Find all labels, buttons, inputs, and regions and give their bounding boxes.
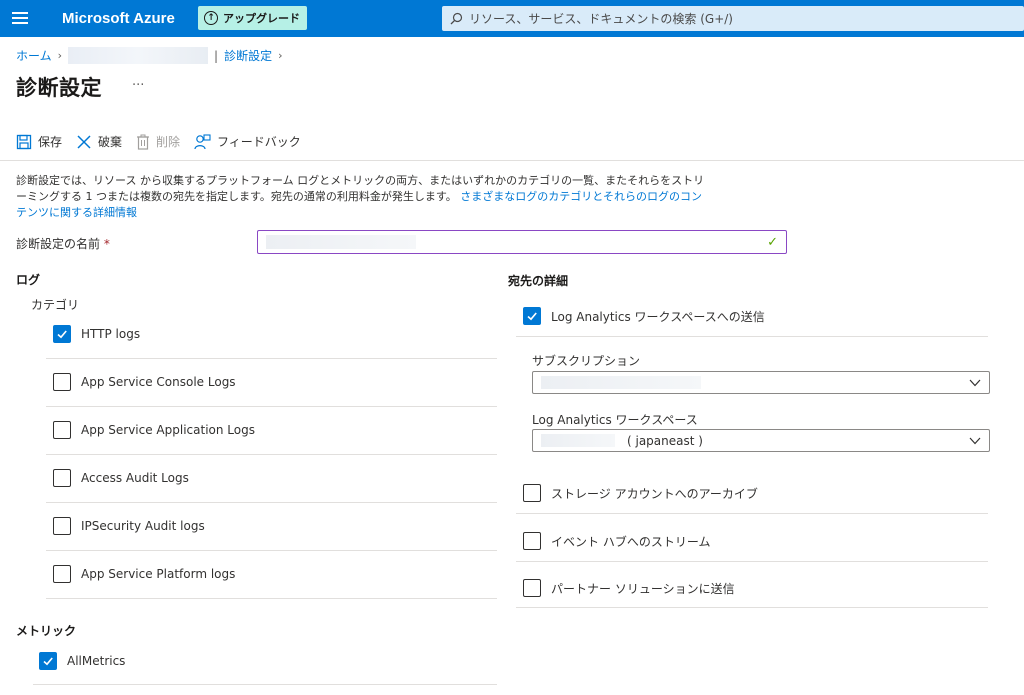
workspace-region: ( japaneast ) — [627, 433, 703, 448]
divider — [46, 550, 497, 551]
chevron-down-icon — [969, 379, 981, 386]
menu-icon[interactable] — [12, 12, 28, 24]
log-category-label: App Service Platform logs — [81, 567, 236, 581]
metric-label: AllMetrics — [67, 654, 126, 668]
divider — [516, 336, 988, 337]
log-category-label: IPSecurity Audit logs — [81, 519, 205, 533]
breadcrumb-current[interactable]: 診断設定 — [224, 47, 272, 64]
top-bar: Microsoft Azure ↑ アップグレード リソース、サービス、ドキュメ… — [0, 0, 1024, 37]
required-mark: * — [103, 237, 110, 251]
checkbox[interactable] — [39, 652, 57, 670]
discard-button[interactable]: 破棄 — [76, 133, 122, 150]
valid-check-icon: ✓ — [767, 234, 778, 250]
log-analytics-option[interactable]: Log Analytics ワークスペースへの送信 — [523, 307, 765, 325]
log-category-label: App Service Console Logs — [81, 375, 236, 389]
metrics-heading: メトリック — [16, 624, 77, 638]
log-category-item[interactable]: App Service Application Logs — [53, 421, 255, 439]
close-icon — [77, 134, 91, 149]
setting-name-input[interactable]: ✓ — [257, 230, 787, 254]
brand-title[interactable]: Microsoft Azure — [62, 10, 175, 27]
upgrade-button[interactable]: ↑ アップグレード — [198, 6, 307, 30]
checkbox[interactable] — [53, 517, 71, 535]
divider — [46, 598, 497, 599]
workspace-value: ( japaneast ) — [541, 434, 703, 448]
arrow-up-circle-icon: ↑ — [204, 11, 218, 25]
breadcrumb: ホーム › | 診断設定 › — [16, 47, 289, 64]
save-button[interactable]: 保存 — [16, 133, 62, 150]
event-hub-option[interactable]: イベント ハブへのストリーム — [523, 532, 710, 550]
chevron-right-icon: › — [278, 49, 283, 62]
checkbox[interactable] — [53, 325, 71, 343]
feedback-label: フィードバック — [217, 135, 301, 149]
log-analytics-label: Log Analytics ワークスペースへの送信 — [551, 309, 765, 324]
workspace-label: Log Analytics ワークスペース — [532, 413, 698, 427]
feedback-button[interactable]: フィードバック — [194, 133, 301, 150]
log-category-item[interactable]: HTTP logs — [53, 325, 140, 343]
search-placeholder: リソース、サービス、ドキュメントの検索 (G+/) — [469, 12, 733, 26]
checkbox[interactable] — [523, 484, 541, 502]
log-category-label: App Service Application Logs — [81, 423, 255, 437]
breadcrumb-divider: | — [214, 48, 219, 63]
partner-label: パートナー ソリューションに送信 — [551, 581, 735, 596]
breadcrumb-resource-redacted[interactable] — [68, 47, 209, 64]
delete-label: 削除 — [156, 135, 181, 149]
divider — [46, 454, 497, 455]
discard-label: 破棄 — [98, 135, 123, 149]
subscription-dropdown[interactable] — [532, 371, 990, 394]
upgrade-label: アップグレード — [223, 12, 300, 25]
checkbox[interactable] — [53, 421, 71, 439]
subscription-value-redacted — [541, 376, 701, 389]
log-category-item[interactable]: App Service Platform logs — [53, 565, 235, 583]
save-icon — [16, 134, 32, 149]
partner-option[interactable]: パートナー ソリューションに送信 — [523, 579, 735, 597]
checkbox[interactable] — [53, 565, 71, 583]
category-label: カテゴリ — [31, 298, 80, 312]
description: 診断設定では、リソース から収集するプラットフォーム ログとメトリックの両方、ま… — [16, 173, 706, 221]
log-category-item[interactable]: IPSecurity Audit logs — [53, 517, 205, 535]
chevron-down-icon — [969, 437, 981, 444]
toolbar-divider — [0, 160, 1024, 161]
setting-name-label-text: 診断設定の名前 — [16, 237, 101, 251]
divider — [46, 406, 497, 407]
trash-icon — [137, 134, 150, 150]
checkbox[interactable] — [53, 373, 71, 391]
checkbox[interactable] — [523, 307, 541, 325]
workspace-dropdown[interactable]: ( japaneast ) — [532, 429, 990, 452]
log-category-label: HTTP logs — [81, 327, 141, 341]
command-bar: 保存 破棄 削除 フィードバック — [16, 133, 301, 150]
breadcrumb-home[interactable]: ホーム — [16, 47, 52, 64]
divider — [33, 684, 497, 685]
subscription-label: サブスクリプション — [532, 354, 641, 368]
storage-label: ストレージ アカウントへのアーカイブ — [551, 486, 758, 501]
setting-name-label: 診断設定の名前 * — [16, 235, 110, 252]
search-icon — [450, 12, 463, 25]
destination-heading: 宛先の詳細 — [508, 274, 569, 288]
search-input[interactable]: リソース、サービス、ドキュメントの検索 (G+/) — [442, 6, 1024, 31]
divider — [46, 358, 497, 359]
divider — [46, 502, 497, 503]
save-label: 保存 — [38, 135, 63, 149]
storage-option[interactable]: ストレージ アカウントへのアーカイブ — [523, 484, 758, 502]
logs-heading: ログ — [16, 273, 41, 287]
log-category-item[interactable]: App Service Console Logs — [53, 373, 236, 391]
setting-name-value-redacted — [266, 235, 416, 249]
feedback-icon — [194, 133, 211, 149]
delete-button[interactable]: 削除 — [136, 133, 180, 150]
workspace-name-redacted — [541, 434, 615, 447]
log-category-label: Access Audit Logs — [81, 471, 189, 485]
checkbox[interactable] — [53, 469, 71, 487]
metric-item[interactable]: AllMetrics — [39, 652, 125, 670]
more-options-button[interactable]: ··· — [132, 78, 144, 93]
checkbox[interactable] — [523, 579, 541, 597]
divider — [516, 513, 988, 514]
chevron-right-icon: › — [57, 49, 63, 62]
divider — [516, 607, 988, 608]
page-title: 診断設定 — [16, 76, 102, 100]
log-category-item[interactable]: Access Audit Logs — [53, 469, 189, 487]
checkbox[interactable] — [523, 532, 541, 550]
divider — [516, 561, 988, 562]
event-hub-label: イベント ハブへのストリーム — [551, 534, 711, 549]
